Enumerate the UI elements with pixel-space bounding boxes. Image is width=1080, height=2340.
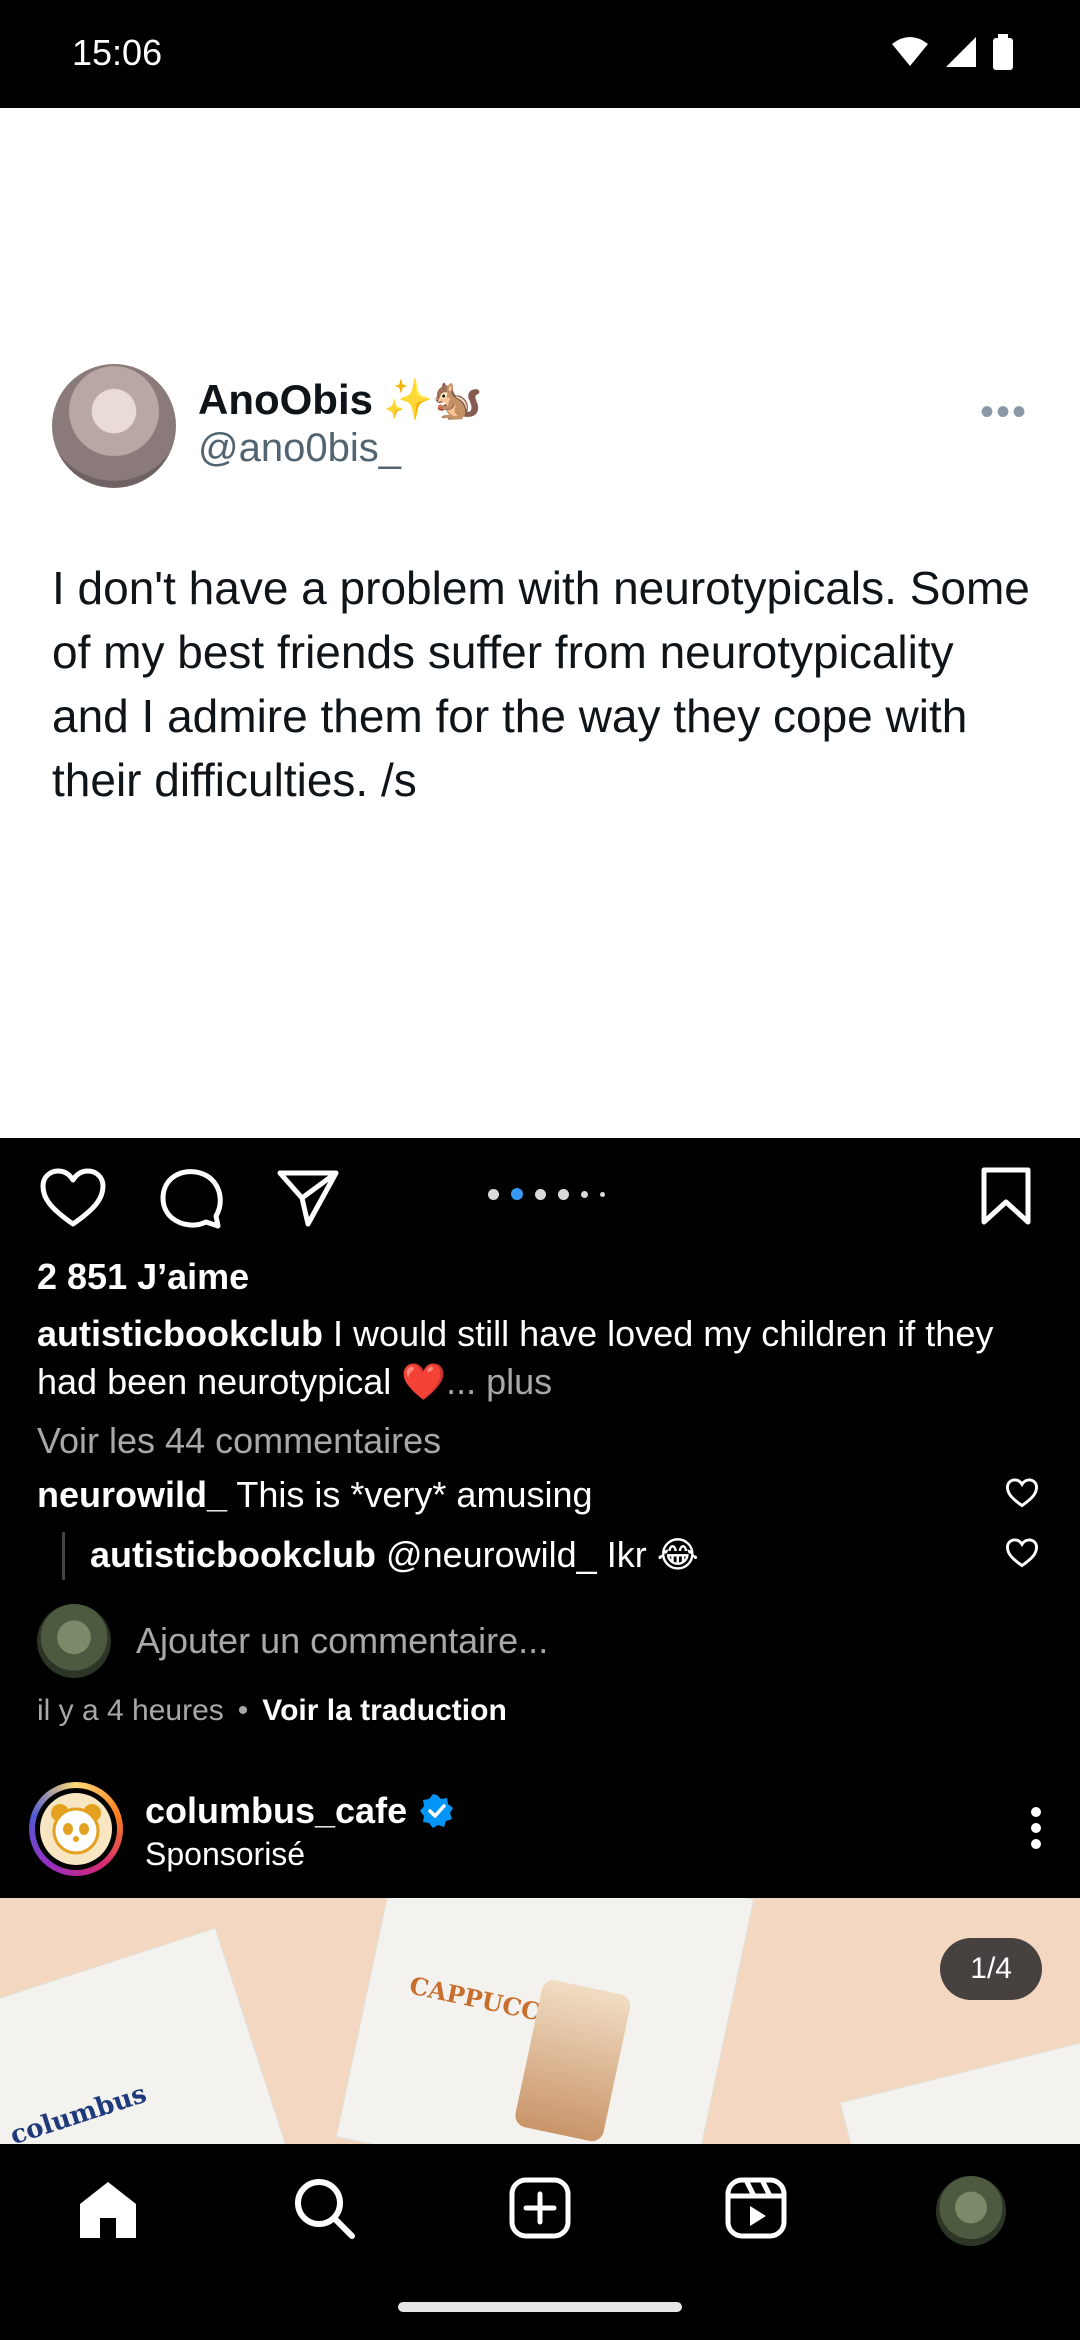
comment-button[interactable] [158,1166,224,1230]
heart-icon [1005,1538,1039,1568]
reply-thread-line [62,1532,65,1580]
carousel-dot [488,1188,499,1200]
tweet-name-emojis: ✨🐿️ [383,378,483,422]
product-box: columbus [0,1927,290,2144]
verified-badge-icon [420,1794,454,1828]
post-caption[interactable]: autisticbookclub I would still have love… [37,1310,1047,1406]
comment-username[interactable]: autisticbookclub [90,1534,376,1575]
comment-row: neurowild_ This is *very* amusing [37,1474,593,1516]
home-icon [80,2182,136,2238]
carousel-dot [600,1191,605,1197]
nav-home[interactable] [76,2178,140,2245]
sponsored-image[interactable]: columbus CAPPUCCINO 1/4 [0,1898,1080,2144]
comment-row: autisticbookclub @neurowild_ Ikr 😂 [90,1534,699,1576]
search-icon [295,2179,355,2239]
comment-username[interactable]: neurowild_ [37,1474,227,1515]
heart-icon [1005,1478,1039,1508]
post-meta: il y a 4 heures • Voir la traduction [37,1694,507,1728]
send-icon [277,1170,339,1227]
product-box: CAPPUCCINO [335,1898,755,2144]
comment-like-button[interactable] [1005,1478,1039,1513]
sponsored-account-name[interactable]: columbus_cafe [145,1790,407,1832]
home-indicator [398,2302,682,2312]
comment-icon [160,1169,223,1229]
tweet-handle: @ano0bis_ [198,426,401,470]
sponsored-label: Sponsorisé [145,1836,306,1872]
status-bar: 15:06 [0,0,1080,108]
nav-profile-avatar[interactable] [936,2176,1006,2246]
tweet-display-name: AnoObis [198,376,373,423]
nav-reels[interactable] [724,2176,788,2245]
tweet-text: I don't have a problem with neurotypical… [52,562,1030,806]
view-comments-link[interactable]: Voir les 44 commentaires [37,1420,441,1462]
nav-search[interactable] [292,2176,356,2245]
user-avatar [37,1604,111,1678]
status-time: 15:06 [72,32,163,73]
post-time: il y a 4 heures [37,1694,224,1727]
caption-more-link[interactable]: ... plus [446,1361,552,1402]
carousel-indicator [488,1188,605,1200]
sponsored-avatar[interactable] [40,1793,112,1865]
share-button[interactable] [276,1168,340,1228]
see-translation-link[interactable]: Voir la traduction [262,1694,506,1728]
post-options-button[interactable] [1030,1806,1042,1855]
create-icon [509,2177,571,2239]
likes-count[interactable]: 2 851 J’aime [37,1256,249,1298]
reels-icon [725,2177,787,2239]
like-button[interactable] [40,1168,106,1228]
carousel-dot [535,1188,546,1200]
signal-icon [946,37,976,67]
add-comment-input[interactable]: Ajouter un commentaire... [136,1620,548,1662]
carousel-dot [581,1190,588,1198]
panda-logo-icon [51,1804,101,1855]
save-button[interactable] [980,1166,1032,1226]
comment-like-button[interactable] [1005,1538,1039,1573]
sponsored-name-row[interactable]: columbus_cafe [145,1790,455,1832]
caption-username[interactable]: autisticbookclub [37,1313,323,1354]
more-vertical-icon [1031,1807,1041,1849]
nav-create[interactable] [508,2176,572,2245]
comment-text: This is *very* amusing [236,1474,593,1515]
carousel-dot-active [511,1188,523,1200]
box-brand-text: columbus [6,2079,151,2144]
comment-text: @neurowild_ Ikr 😂 [386,1534,699,1575]
product-box [839,2039,1080,2144]
tweet-name-row: AnoObis ✨🐿️ [198,376,483,424]
image-counter: 1/4 [940,1938,1042,2000]
carousel-dot [558,1188,569,1200]
tweet-avatar [52,364,176,488]
battery-icon [993,34,1013,70]
meta-separator: • [237,1694,249,1727]
bookmark-icon [981,1167,1031,1225]
post-image-tweet[interactable]: AnoObis ✨🐿️ @ano0bis_ ••• I don't have a… [0,108,1080,1138]
heart-icon [40,1168,106,1227]
status-icons [890,34,1014,70]
wifi-icon [892,37,928,66]
ellipsis-icon: ••• [979,390,1028,434]
